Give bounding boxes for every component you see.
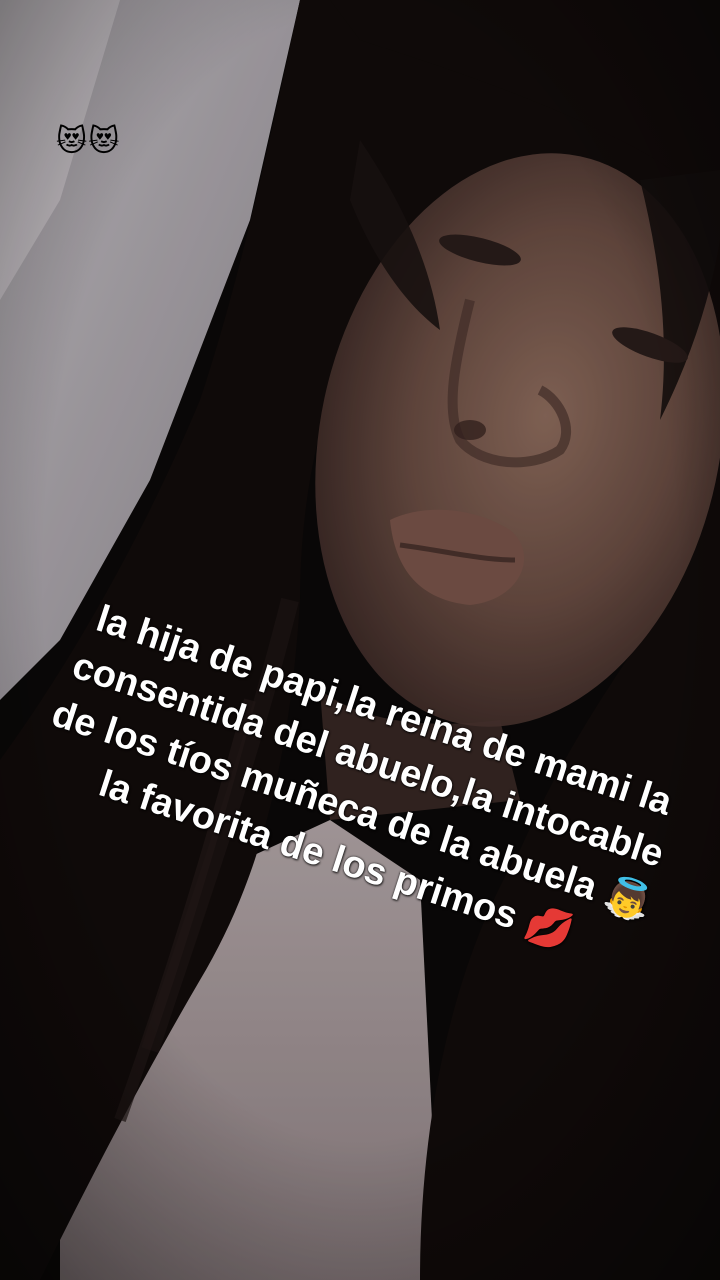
heart-eyes-cat-emojis: 😻😻: [56, 124, 121, 159]
story-screen: 😻😻 la hija de papi,la reina de mami la c…: [0, 0, 720, 1280]
